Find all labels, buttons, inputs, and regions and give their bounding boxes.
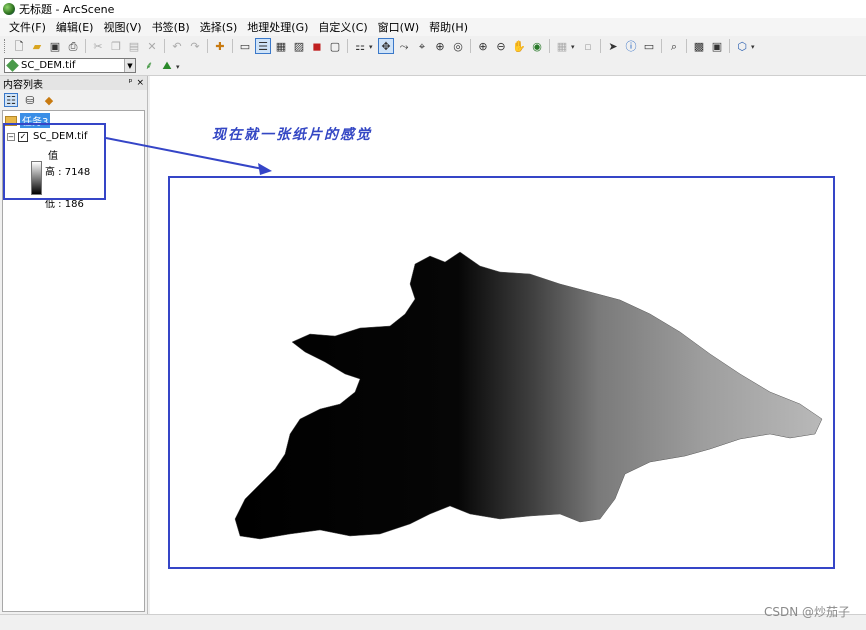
menu-file[interactable]: 文件(F) (4, 19, 51, 35)
open-folder-icon[interactable]: ▰ (29, 38, 45, 54)
legend-highlight-box (3, 123, 106, 200)
print-icon[interactable]: ⎙ (65, 38, 81, 54)
menu-bookmarks[interactable]: 书签(B) (147, 19, 195, 35)
annotation-text: 现在就一张纸片的感觉 (212, 127, 372, 143)
title-bar: 无标题 - ArcScene (0, 0, 866, 18)
navigate-icon[interactable]: ✥ (378, 38, 394, 54)
python-window-icon[interactable]: ▢ (327, 38, 343, 54)
zoom-to-target-icon[interactable]: ⊕ (432, 38, 448, 54)
chevron-down-icon[interactable]: ▾ (751, 41, 757, 51)
menu-selection[interactable]: 选择(S) (195, 19, 243, 35)
redo-icon[interactable]: ↷ (187, 38, 203, 54)
toolbar-separator (232, 39, 233, 53)
menu-bar: 文件(F) 编辑(E) 视图(V) 书签(B) 选择(S) 地理处理(G) 自定… (0, 18, 866, 36)
window-title: 无标题 - ArcScene (19, 3, 115, 16)
widen-fov-icon[interactable]: ▫ (580, 38, 596, 54)
toolbar-separator (85, 39, 86, 53)
toc-header: 内容列表 ᵖ × (0, 76, 147, 91)
full-extent-icon[interactable]: ◉ (529, 38, 545, 54)
center-on-target-icon[interactable]: ⌖ (414, 38, 430, 54)
layer-transparency-icon[interactable]: ⸙ (141, 58, 157, 74)
cut-icon[interactable]: ✂ (90, 38, 106, 54)
status-bar (0, 614, 866, 630)
model-builder-icon[interactable]: ⚏ (352, 38, 368, 54)
arctoolbox-icon[interactable]: ◼ (309, 38, 325, 54)
toolbar-separator (549, 39, 550, 53)
menu-help[interactable]: 帮助(H) (424, 19, 473, 35)
close-icon[interactable]: × (136, 78, 144, 88)
toolbar-separator (347, 39, 348, 53)
menu-view[interactable]: 视图(V) (98, 19, 146, 35)
arcscene-app-icon (3, 3, 15, 15)
table-of-contents-icon[interactable]: ☰ (255, 38, 271, 54)
toolbar-separator (470, 39, 471, 53)
delete-icon[interactable]: ✕ (144, 38, 160, 54)
toc-toolbar: ☷ ⛁ ◆ (0, 90, 147, 110)
toc-title: 内容列表 (3, 79, 43, 91)
chevron-down-icon[interactable]: ▾ (369, 41, 375, 51)
3d-effects-toolbar: SC_DEM.tif ▼ ⸙ ⛰ ▾ (0, 56, 866, 76)
watermark: CSDN @炒茄子 (763, 605, 850, 619)
list-by-source-icon[interactable]: ⛁ (23, 93, 37, 107)
list-by-drawing-order-icon[interactable]: ☷ (4, 93, 18, 107)
new-document-icon[interactable]: 🗋 (11, 38, 27, 54)
toolbar-grip[interactable] (4, 39, 7, 53)
toolbar-separator (207, 39, 208, 53)
select-features-icon[interactable]: ➤ (605, 38, 621, 54)
narrow-fov-icon[interactable]: ▦ (554, 38, 570, 54)
chevron-down-icon[interactable]: ▾ (571, 41, 577, 51)
toolbar-separator (661, 39, 662, 53)
html-popup-icon[interactable]: ▭ (641, 38, 657, 54)
main-toolbar: 🗋 ▰ ▣ ⎙ ✂ ❐ ▤ ✕ ↶ ↷ ✚ ▭ ☰ ▦ ▨ ◼ ▢ ⚏ ▾ ✥ … (0, 36, 866, 56)
scene-properties-icon[interactable]: ▭ (237, 38, 253, 54)
fly-icon[interactable]: ⤳ (396, 38, 412, 54)
identify-icon[interactable]: ⓘ (623, 38, 639, 54)
toolbar-separator (686, 39, 687, 53)
catalog-icon[interactable]: ▦ (273, 38, 289, 54)
3d-effects-icon[interactable]: ⬡ (734, 38, 750, 54)
raster-layer-icon (6, 59, 19, 72)
search-window-icon[interactable]: ▨ (291, 38, 307, 54)
pin-icon[interactable]: ᵖ (129, 78, 133, 88)
undo-icon[interactable]: ↶ (169, 38, 185, 54)
chevron-down-icon[interactable]: ▼ (124, 59, 135, 72)
pan-hand-icon[interactable]: ✋ (511, 38, 527, 54)
toolbar-separator (600, 39, 601, 53)
animation-icon[interactable]: ▩ (691, 38, 707, 54)
save-icon[interactable]: ▣ (47, 38, 63, 54)
list-by-visibility-icon[interactable]: ◆ (42, 93, 56, 107)
menu-windows[interactable]: 窗口(W) (373, 19, 424, 35)
menu-geoprocessing[interactable]: 地理处理(G) (242, 19, 313, 35)
layer-shading-icon[interactable]: ⛰ (159, 58, 175, 74)
toolbar-separator (729, 39, 730, 53)
paste-icon[interactable]: ▤ (126, 38, 142, 54)
toolbar-separator (164, 39, 165, 53)
layer-selector-dropdown[interactable]: SC_DEM.tif ▼ (4, 58, 136, 73)
copy-icon[interactable]: ❐ (108, 38, 124, 54)
layer-selector-value: SC_DEM.tif (21, 60, 76, 71)
menu-customize[interactable]: 自定义(C) (313, 19, 372, 35)
find-binoculars-icon[interactable]: ⌕ (666, 38, 682, 54)
set-observer-icon[interactable]: ◎ (450, 38, 466, 54)
menu-edit[interactable]: 编辑(E) (51, 19, 99, 35)
chevron-down-icon[interactable]: ▾ (176, 61, 182, 71)
zoom-in-icon[interactable]: ⊕ (475, 38, 491, 54)
zoom-out-icon[interactable]: ⊖ (493, 38, 509, 54)
annotation-frame (168, 176, 835, 569)
scene-background-icon[interactable]: ▣ (709, 38, 725, 54)
add-data-icon[interactable]: ✚ (212, 38, 228, 54)
